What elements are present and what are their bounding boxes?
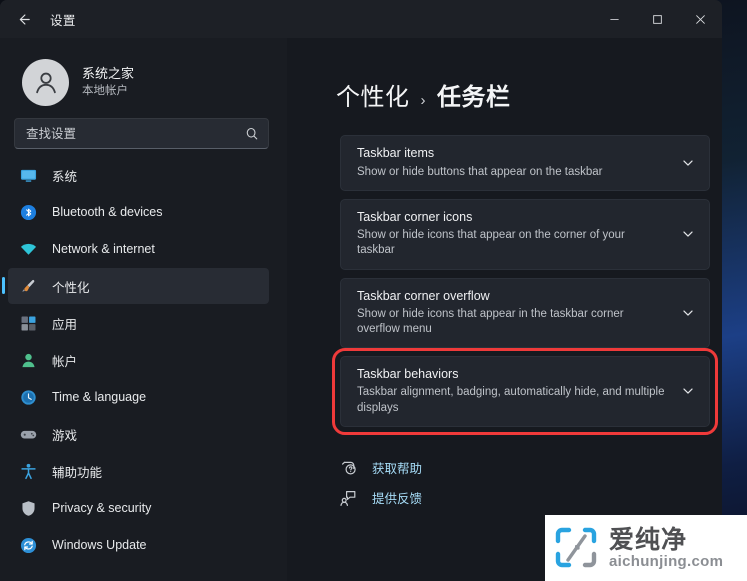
close-button[interactable] [679, 0, 722, 38]
bluetooth-icon [20, 204, 37, 221]
sidebar-item-label: Windows Update [52, 538, 147, 552]
search-input[interactable] [15, 126, 268, 141]
card-title: Taskbar corner overflow [357, 288, 490, 303]
accessibility-icon [20, 463, 37, 480]
card-title: Taskbar corner icons [357, 210, 473, 224]
settings-card-list: Taskbar items Show or hide buttons that … [332, 135, 718, 435]
sidebar-item-gaming[interactable]: 游戏 [8, 416, 269, 452]
shield-icon [20, 500, 37, 517]
monitor-icon [20, 167, 37, 184]
settings-window-screenshot: 设置 系统之家 本地帐户 查找设置 系统 Bluetooth & devices… [0, 0, 747, 581]
sidebar-item-label: 个性化 [52, 280, 90, 295]
support-links: 获取帮助 提供反馈 [340, 453, 722, 513]
paintbrush-icon [20, 278, 37, 295]
sidebar-item-label: 辅助功能 [52, 465, 103, 480]
minimize-icon [610, 18, 619, 20]
feedback-icon [340, 489, 358, 507]
gamepad-icon [20, 426, 37, 443]
sidebar-item-label: 游戏 [52, 428, 78, 443]
sidebar-item-privacy-security[interactable]: Privacy & security [8, 490, 269, 526]
person-avatar-icon [35, 72, 56, 94]
card-taskbar-behaviors[interactable]: Taskbar behaviors Taskbar alignment, bad… [332, 348, 718, 435]
card-title: Taskbar behaviors [357, 367, 459, 382]
get-help-link[interactable]: 获取帮助 [340, 453, 722, 483]
account-person-icon [20, 352, 37, 369]
chevron-down-icon[interactable] [681, 306, 695, 320]
sidebar-item-apps[interactable]: 应用 [8, 305, 269, 341]
back-arrow-icon [19, 13, 30, 25]
aichunjing-logo-icon [555, 527, 597, 568]
close-icon [696, 14, 705, 24]
sidebar-item-label: Privacy & security [52, 501, 152, 515]
sidebar-item-label: Network & internet [52, 242, 155, 256]
account-subtitle: 本地帐户 [82, 84, 128, 97]
sidebar-item-time-language[interactable]: Time & language [8, 379, 269, 415]
card-taskbar-items[interactable]: Taskbar items Show or hide buttons that … [340, 135, 710, 191]
sidebar-item-bluetooth-devices[interactable]: Bluetooth & devices [8, 194, 269, 230]
chevron-down-icon[interactable] [681, 384, 695, 398]
window-controls [593, 0, 722, 38]
sidebar: 系统之家 本地帐户 系统 [0, 38, 287, 581]
account-header[interactable]: 系统之家 本地帐户 [0, 38, 287, 112]
search-icon [246, 127, 258, 139]
sidebar-item-label: 帐户 [52, 354, 78, 369]
help-question-icon [340, 459, 358, 477]
main-content: 个性化 › 任务栏 Taskbar items Show or hide but… [287, 38, 722, 581]
sidebar-item-label: Time & language [52, 390, 147, 404]
back-button[interactable] [6, 4, 40, 34]
link-label: 获取帮助 [372, 462, 423, 477]
breadcrumb-separator: › [420, 92, 426, 109]
sidebar-item-label: 应用 [52, 317, 78, 332]
sidebar-item-windows-update[interactable]: Windows Update [8, 527, 269, 563]
page-title: 任务栏 [437, 84, 511, 111]
account-name: 系统之家 [82, 65, 135, 81]
watermark-en-text: aichunjing.com [609, 553, 724, 570]
search-box[interactable] [14, 118, 269, 149]
clock-icon [20, 389, 37, 406]
sidebar-item-accounts[interactable]: 帐户 [8, 342, 269, 378]
chevron-down-icon[interactable] [681, 156, 695, 170]
sidebar-item-label: Bluetooth & devices [52, 205, 163, 219]
apps-icon [20, 315, 37, 332]
breadcrumb: 个性化 › 任务栏 [287, 38, 722, 112]
sidebar-item-system[interactable]: 系统 [8, 157, 269, 193]
avatar [22, 58, 69, 106]
card-subtitle: Show or hide icons that appear in the ta… [357, 307, 624, 336]
sidebar-item-personalization[interactable]: 个性化 [2, 268, 269, 304]
minimize-button[interactable] [593, 0, 636, 38]
sidebar-item-accessibility[interactable]: 辅助功能 [8, 453, 269, 489]
card-subtitle: Show or hide icons that appear on the co… [357, 229, 625, 257]
card-subtitle: Taskbar alignment, badging, automaticall… [357, 386, 665, 414]
update-refresh-icon [20, 537, 37, 554]
sidebar-item-label: 系统 [52, 169, 78, 184]
link-label: 提供反馈 [372, 492, 423, 507]
card-taskbar-corner-overflow[interactable]: Taskbar corner overflow Show or hide ico… [340, 277, 710, 349]
settings-window: 设置 系统之家 本地帐户 查找设置 系统 Bluetooth & devices… [0, 0, 722, 581]
card-taskbar-corner-icons[interactable]: Taskbar corner icons Show or hide icons … [340, 199, 710, 270]
maximize-button[interactable] [636, 0, 679, 38]
sidebar-nav: 系统 Bluetooth & devices Network & interne… [0, 157, 287, 563]
watermark: 爱纯净 aichunjing.com [545, 515, 747, 581]
wifi-icon [20, 241, 37, 258]
give-feedback-link[interactable]: 提供反馈 [340, 483, 722, 513]
title-bar: 设置 [0, 0, 722, 38]
chevron-down-icon[interactable] [681, 227, 695, 241]
breadcrumb-parent[interactable]: 个性化 [336, 77, 410, 112]
card-title: Taskbar items [357, 146, 435, 161]
app-title: 设置 [50, 13, 76, 28]
card-subtitle: Show or hide buttons that appear on the … [357, 165, 603, 178]
watermark-cn-text: 爱纯净 [609, 525, 688, 554]
maximize-icon [653, 14, 662, 24]
sidebar-item-network-internet[interactable]: Network & internet [8, 231, 269, 267]
